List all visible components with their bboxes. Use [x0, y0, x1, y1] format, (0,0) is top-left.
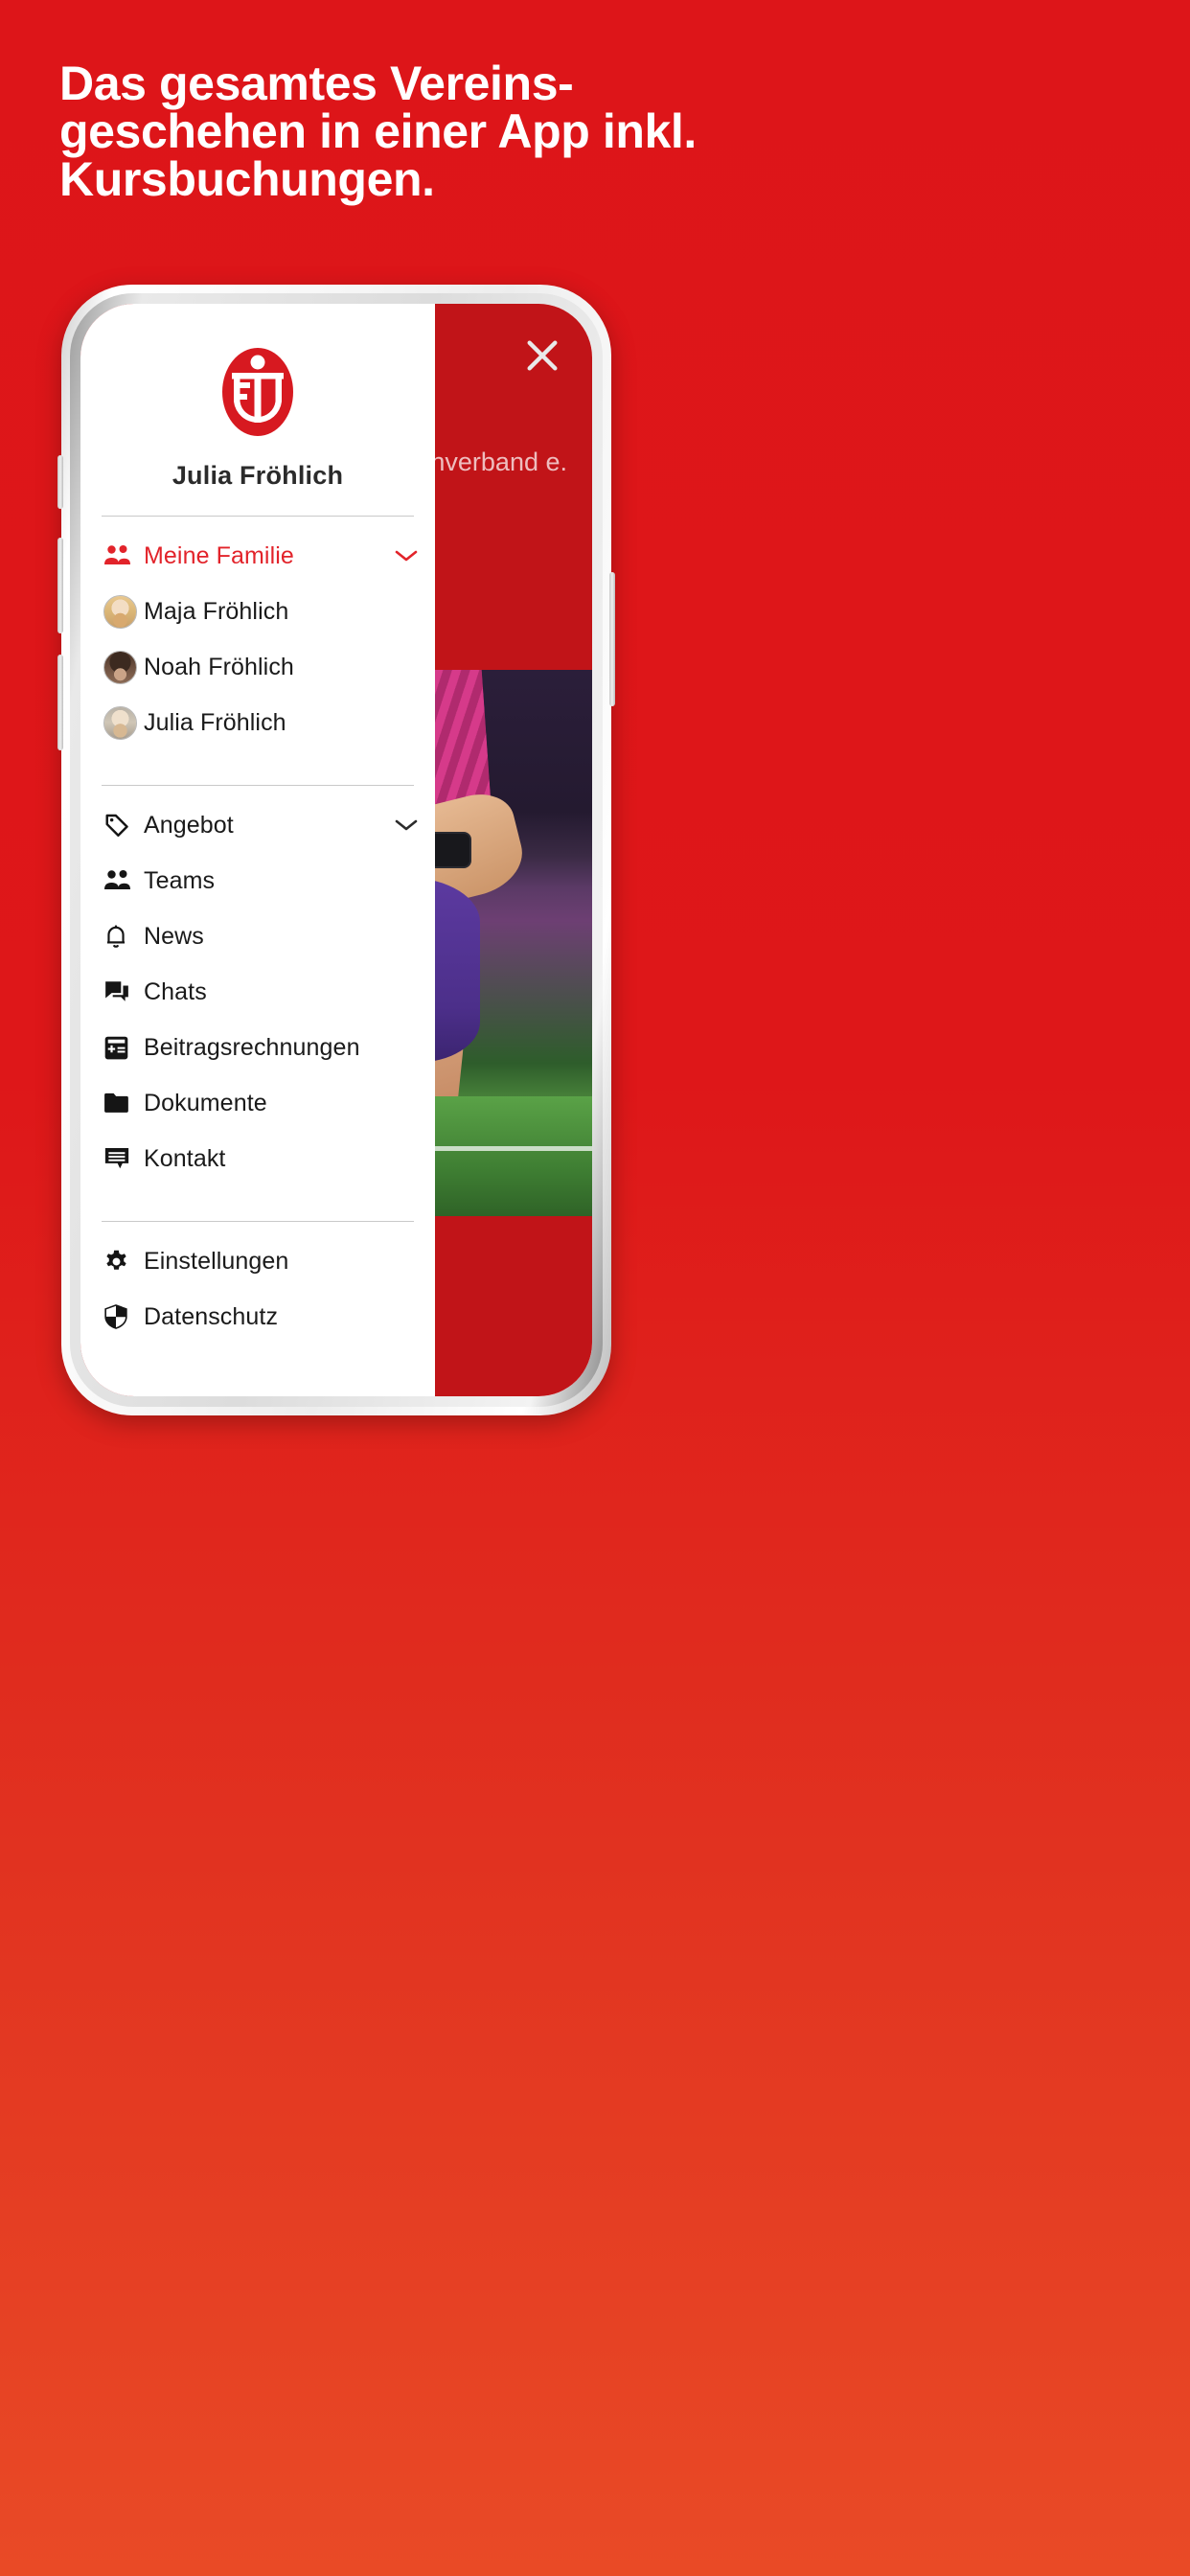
main-menu: Angebot Teams News Chats Beitragsrechnun… [80, 786, 435, 1196]
folder-icon [103, 1092, 144, 1115]
sidebar-item-dokumente[interactable]: Dokumente [80, 1075, 435, 1131]
group-icon [103, 869, 144, 892]
family-member-row[interactable]: Maja Fröhlich [80, 584, 435, 639]
message-lines-icon [103, 1146, 144, 1171]
phone-screen: urnverband e. Julia Fröhlich Meine Famil… [80, 304, 592, 1396]
avatar [103, 650, 144, 684]
page-title: Das gesamtes Vereins- geschehen in einer… [59, 59, 1123, 203]
sidebar-item-label: Teams [144, 866, 216, 894]
family-member-name: Julia Fröhlich [144, 708, 286, 736]
family-section: Meine Familie Maja Fröhlich Noah Fröhlic… [80, 517, 435, 760]
sidebar-item-kontakt[interactable]: Kontakt [80, 1131, 435, 1186]
headline-line-1: Das gesamtes Vereins- [59, 57, 574, 110]
chevron-down-icon[interactable] [395, 549, 418, 563]
sidebar-item-label: Einstellungen [144, 1247, 289, 1275]
family-member-row[interactable]: Noah Fröhlich [80, 639, 435, 695]
phone-mute-switch[interactable] [57, 455, 63, 509]
group-icon [103, 544, 144, 567]
promo-screen: Das gesamtes Vereins- geschehen in einer… [0, 0, 1190, 2576]
chat-icon [103, 979, 144, 1004]
sidebar-item-chats[interactable]: Chats [80, 964, 435, 1020]
sidebar-item-news[interactable]: News [80, 908, 435, 964]
gear-icon [103, 1249, 144, 1275]
avatar [103, 594, 144, 629]
phone-volume-down[interactable] [57, 655, 63, 750]
drawer-header: Julia Fröhlich [80, 304, 435, 491]
sidebar-item-meine-familie[interactable]: Meine Familie [80, 528, 435, 584]
sidebar-item-label: Angebot [144, 811, 234, 839]
sidebar-item-label: Beitragsrechnungen [144, 1033, 360, 1061]
close-drawer-button[interactable] [517, 331, 567, 380]
side-drawer: Julia Fröhlich Meine Familie Maja Fröhli… [80, 304, 435, 1396]
footer-menu: Einstellungen Datenschutz [80, 1222, 435, 1354]
bell-icon [103, 923, 144, 950]
invoice-icon [103, 1035, 144, 1061]
sidebar-item-datenschutz[interactable]: Datenschutz [80, 1289, 435, 1345]
headline-line-2: geschehen in einer App inkl. [59, 104, 697, 158]
phone-volume-up[interactable] [57, 538, 63, 633]
family-member-name: Maja Fröhlich [144, 597, 289, 625]
headline-line-3: Kursbuchungen. [59, 152, 435, 206]
phone-power-button[interactable] [609, 572, 615, 706]
family-member-name: Noah Fröhlich [144, 653, 294, 680]
drawer-user-name: Julia Fröhlich [172, 461, 344, 490]
sidebar-item-angebot[interactable]: Angebot [80, 797, 435, 853]
sidebar-item-einstellungen[interactable]: Einstellungen [80, 1233, 435, 1289]
close-icon [527, 340, 558, 371]
sidebar-item-label: Kontakt [144, 1144, 226, 1172]
sidebar-item-label: Chats [144, 978, 207, 1005]
sidebar-item-teams[interactable]: Teams [80, 853, 435, 908]
shield-icon [103, 1303, 144, 1330]
sidebar-item-label: News [144, 922, 204, 950]
sidebar-item-beitragsrechnungen[interactable]: Beitragsrechnungen [80, 1020, 435, 1075]
family-member-row[interactable]: Julia Fröhlich [80, 695, 435, 750]
sidebar-item-label: Meine Familie [144, 541, 294, 569]
avatar [103, 705, 144, 740]
ftv-logo [222, 348, 293, 436]
chevron-down-icon[interactable] [395, 818, 418, 832]
sidebar-item-label: Dokumente [144, 1089, 267, 1116]
phone-mockup: urnverband e. Julia Fröhlich Meine Famil… [57, 285, 615, 1415]
sidebar-item-label: Datenschutz [144, 1302, 279, 1330]
tag-icon [103, 812, 144, 839]
